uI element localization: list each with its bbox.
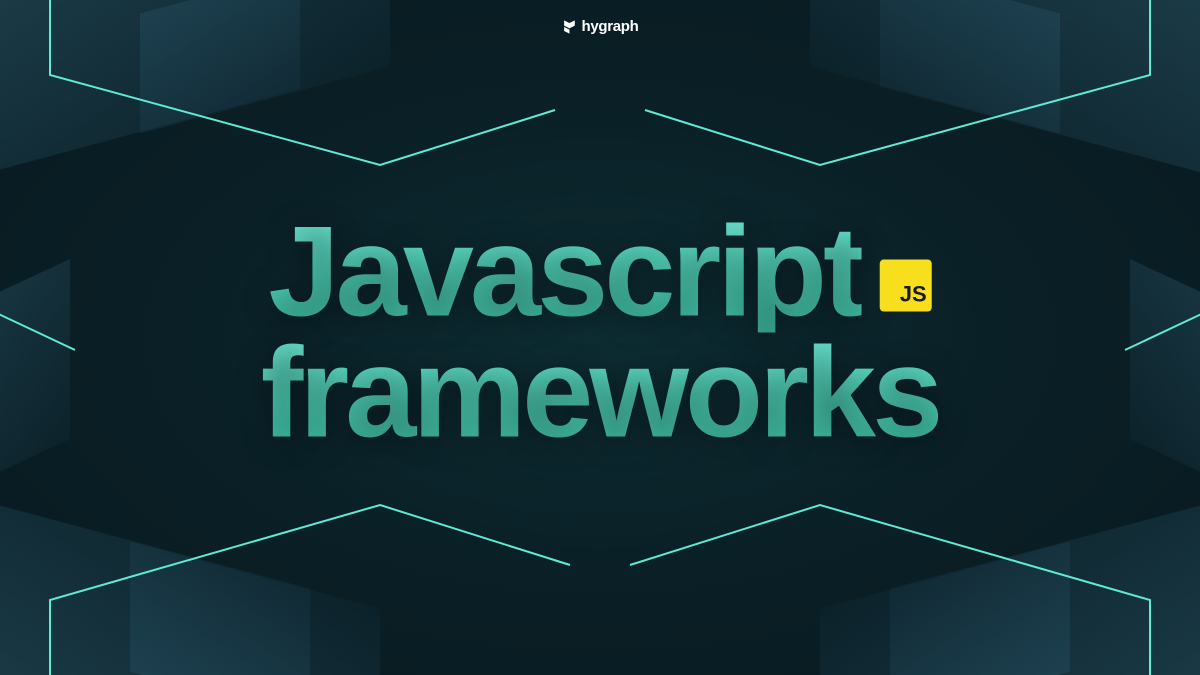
javascript-badge-icon: JS [880,260,932,312]
brand-name: hygraph [581,18,638,35]
hero-title-line1: Javascript [268,211,861,333]
brand-logo: hygraph [561,18,638,35]
hero-title-line2: frameworks [261,333,940,455]
badge-label: JS [900,282,927,308]
hero-content: Javascript JS frameworks [261,211,940,454]
hygraph-icon [561,19,577,35]
